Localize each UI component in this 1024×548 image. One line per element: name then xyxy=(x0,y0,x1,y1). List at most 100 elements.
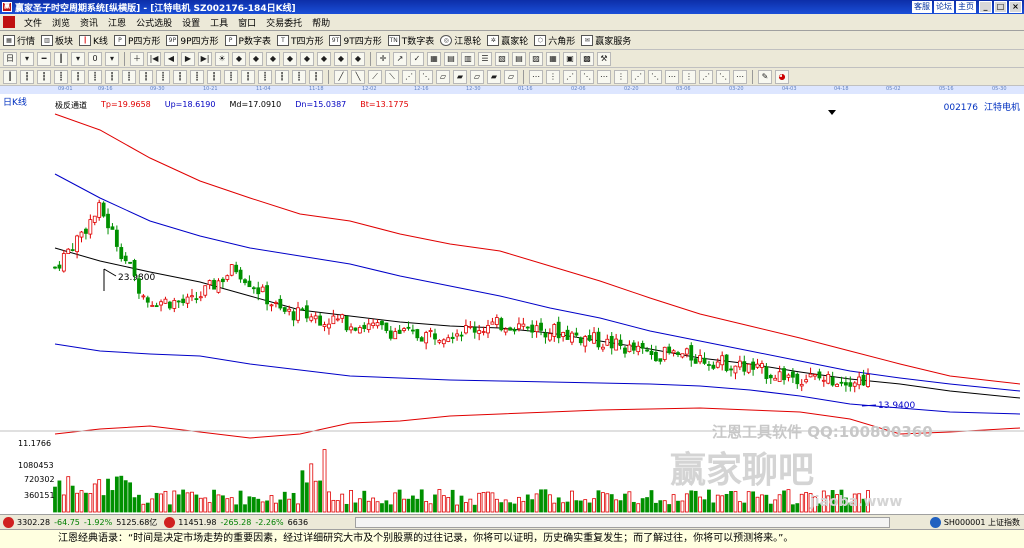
sun-icon[interactable]: ☀ xyxy=(215,51,229,66)
link-forum[interactable]: 论坛 xyxy=(934,1,954,13)
bars-icon[interactable]: ┋ xyxy=(88,69,102,84)
channel-icon[interactable]: ▱ xyxy=(470,69,484,84)
stack-icon[interactable]: ▨ xyxy=(529,51,543,66)
tool-hexagon[interactable]: ⬡ 六角形 xyxy=(534,32,575,48)
menu-browse[interactable]: 浏览 xyxy=(47,16,75,29)
bars-icon[interactable]: ┋ xyxy=(190,69,204,84)
grid-icon[interactable]: ▦ xyxy=(427,51,441,66)
fan-icon[interactable]: ⋱ xyxy=(419,69,433,84)
zoom-in-icon[interactable]: ＋ xyxy=(130,51,144,66)
crosshair-icon[interactable]: ✛ xyxy=(376,51,390,66)
bars-icon[interactable]: ┇ xyxy=(173,69,187,84)
app-menu-icon[interactable] xyxy=(3,16,15,28)
gann-line-icon[interactable]: ⋱ xyxy=(648,69,662,84)
minimize-button[interactable]: _ xyxy=(979,1,992,13)
tool-9t-square[interactable]: 9T 9T四方形 xyxy=(329,32,382,48)
first-bar-icon[interactable]: |◀ xyxy=(147,51,161,66)
gann-line-icon[interactable]: ⋰ xyxy=(631,69,645,84)
fan-icon[interactable]: ⟋ xyxy=(368,69,382,84)
menu-window[interactable]: 窗口 xyxy=(233,16,261,29)
tool-9p-square[interactable]: 9P 9P四方形 xyxy=(166,32,219,48)
gann-line-icon[interactable]: ⋱ xyxy=(580,69,594,84)
menu-news[interactable]: 资讯 xyxy=(75,16,103,29)
bars-icon[interactable]: ┇ xyxy=(20,69,34,84)
trendline-icon[interactable]: ╲ xyxy=(351,69,365,84)
bars-icon[interactable]: ┇ xyxy=(275,69,289,84)
next-bar-icon[interactable]: ▶ xyxy=(181,51,195,66)
vertical-line-icon[interactable]: ┃ xyxy=(54,51,68,66)
menu-gann[interactable]: 江恩 xyxy=(103,16,131,29)
gann-line-icon[interactable]: ⋮ xyxy=(546,69,560,84)
list-icon[interactable]: ☰ xyxy=(478,51,492,66)
link-homepage[interactable]: 主页 xyxy=(956,1,976,13)
gann-line-icon[interactable]: ⋯ xyxy=(529,69,543,84)
horizontal-line-icon[interactable]: ━ xyxy=(37,51,51,66)
tool-t-number[interactable]: TN T数字表 xyxy=(387,32,434,48)
tool-kline[interactable]: ┃ K线 xyxy=(79,32,108,48)
tool-p-number[interactable]: P P数字表 xyxy=(224,32,271,48)
diamond-icon[interactable]: ◆ xyxy=(317,51,331,66)
layers-icon[interactable]: ▧ xyxy=(495,51,509,66)
bars-icon[interactable]: ┋ xyxy=(156,69,170,84)
dropdown-arrow-icon[interactable]: ▾ xyxy=(105,51,119,66)
tool-t-square[interactable]: T T四方形 xyxy=(276,32,323,48)
gann-line-icon[interactable]: ⋰ xyxy=(563,69,577,84)
bars-icon[interactable]: ┇ xyxy=(105,69,119,84)
tools-icon[interactable]: ⚒ xyxy=(597,51,611,66)
status-scrollbar[interactable] xyxy=(355,517,890,528)
bars-icon[interactable]: ┋ xyxy=(54,69,68,84)
bars-icon[interactable]: ┋ xyxy=(122,69,136,84)
gann-line-icon[interactable]: ⋯ xyxy=(665,69,679,84)
tool-p-square[interactable]: P P四方形 xyxy=(113,32,160,48)
document-icon[interactable]: ▤ xyxy=(444,51,458,66)
table-icon[interactable]: ▦ xyxy=(546,51,560,66)
calendar-icon[interactable]: ▣ xyxy=(563,51,577,66)
channel-icon[interactable]: ▰ xyxy=(453,69,467,84)
number-icon[interactable]: 0 xyxy=(88,51,102,66)
bars-icon[interactable]: ┇ xyxy=(207,69,221,84)
gann-line-icon[interactable]: ⋮ xyxy=(614,69,628,84)
menu-settings[interactable]: 设置 xyxy=(177,16,205,29)
menu-file[interactable]: 文件 xyxy=(19,16,47,29)
kline-chart-panel[interactable]: 09-01 09-16 09-30 10-21 11-04 11-18 12-0… xyxy=(0,86,1024,514)
tool-gann-wheel[interactable]: ◎ 江恩轮 xyxy=(440,32,481,48)
tool-sectors[interactable]: ▥ 板块 xyxy=(41,32,73,48)
grid-icon[interactable]: ▩ xyxy=(580,51,594,66)
cursor-mode-icon[interactable]: 日 xyxy=(3,51,17,66)
channel-icon[interactable]: ▱ xyxy=(504,69,518,84)
bar-icon[interactable]: ┃ xyxy=(3,69,17,84)
trendline-icon[interactable]: ╱ xyxy=(334,69,348,84)
gann-line-icon[interactable]: ⋱ xyxy=(716,69,730,84)
diamond-icon[interactable]: ◆ xyxy=(351,51,365,66)
diamond-icon[interactable]: ◆ xyxy=(300,51,314,66)
arrow-icon[interactable]: ↗ xyxy=(393,51,407,66)
list-icon[interactable]: ▤ xyxy=(512,51,526,66)
bars-icon[interactable]: ┇ xyxy=(71,69,85,84)
tool-winner-wheel[interactable]: ✲ 赢家轮 xyxy=(487,32,528,48)
gann-line-icon[interactable]: ⋯ xyxy=(733,69,747,84)
fan-icon[interactable]: ⟍ xyxy=(385,69,399,84)
diamond-icon[interactable]: ◆ xyxy=(232,51,246,66)
menu-formula-screen[interactable]: 公式选股 xyxy=(131,16,177,29)
dropdown-arrow-icon[interactable]: ▾ xyxy=(71,51,85,66)
gann-line-icon[interactable]: ⋮ xyxy=(682,69,696,84)
bars-icon[interactable]: ┇ xyxy=(309,69,323,84)
prev-bar-icon[interactable]: ◀ xyxy=(164,51,178,66)
diamond-icon[interactable]: ◆ xyxy=(249,51,263,66)
check-icon[interactable]: ✓ xyxy=(410,51,424,66)
brush-icon[interactable]: ✎ xyxy=(758,69,772,84)
menu-trade[interactable]: 交易委托 xyxy=(261,16,307,29)
gann-line-icon[interactable]: ⋰ xyxy=(699,69,713,84)
close-button[interactable]: × xyxy=(1009,1,1022,13)
bars-icon[interactable]: ┋ xyxy=(258,69,272,84)
bars-icon[interactable]: ┋ xyxy=(224,69,238,84)
tool-service[interactable]: ✉ 赢家服务 xyxy=(581,32,631,48)
color-wheel-icon[interactable]: ◕ xyxy=(775,69,789,84)
maximize-button[interactable]: □ xyxy=(994,1,1007,13)
last-bar-icon[interactable]: ▶| xyxy=(198,51,212,66)
channel-icon[interactable]: ▱ xyxy=(436,69,450,84)
bars-icon[interactable]: ┇ xyxy=(139,69,153,84)
menu-tools[interactable]: 工具 xyxy=(205,16,233,29)
fan-icon[interactable]: ⋰ xyxy=(402,69,416,84)
status-right[interactable]: SH000001 上证指数 xyxy=(927,517,1020,528)
